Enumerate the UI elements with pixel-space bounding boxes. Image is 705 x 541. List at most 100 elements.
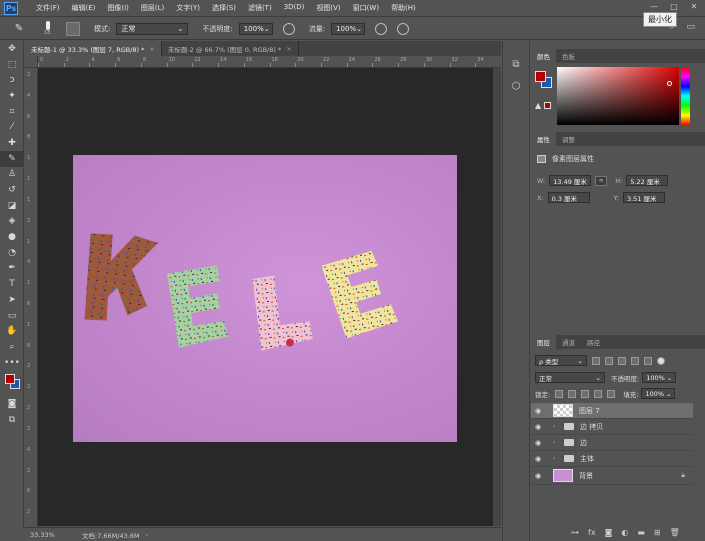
add-mask-icon[interactable]: ◙ xyxy=(605,528,613,537)
group-row[interactable]: ◉ › 边 拷贝 xyxy=(531,419,693,435)
opacity-input[interactable]: 100% ⌄ xyxy=(238,22,273,35)
new-group-icon[interactable]: ▬ xyxy=(637,528,645,537)
brush-preset-picker[interactable]: 18 xyxy=(40,20,60,37)
tab-paths[interactable]: 路径 xyxy=(581,335,606,349)
paint-bucket-tool-icon[interactable]: ◈ xyxy=(0,214,24,230)
workspace-icon[interactable]: ▭ xyxy=(686,22,695,32)
filter-adjustment-icon[interactable] xyxy=(605,356,613,365)
eyedropper-tool-icon[interactable]: ⁄ xyxy=(0,119,24,135)
flow-input[interactable]: 100% ⌄ xyxy=(331,22,366,35)
menu-window[interactable]: 窗口(W) xyxy=(347,3,385,13)
pen-tool-icon[interactable]: ✒ xyxy=(0,261,24,277)
history-brush-tool-icon[interactable]: ↺ xyxy=(0,182,24,198)
menu-layer[interactable]: 图层(L) xyxy=(135,3,170,13)
link-layers-icon[interactable]: ⊶ xyxy=(571,528,579,537)
tab-channels[interactable]: 通道 xyxy=(556,335,581,349)
type-tool-icon[interactable]: T xyxy=(0,276,24,292)
new-layer-icon[interactable]: ⊞ xyxy=(654,528,661,537)
minimize-icon[interactable]: — xyxy=(649,2,659,12)
menu-3d[interactable]: 3D(D) xyxy=(278,3,311,13)
lasso-tool-icon[interactable]: ↄ xyxy=(0,72,24,88)
filter-pixel-icon[interactable] xyxy=(592,356,600,365)
canvas-scrollbar[interactable] xyxy=(493,68,501,526)
menu-filter[interactable]: 滤镜(T) xyxy=(242,3,278,13)
width-input[interactable]: 13.49 厘米 xyxy=(549,175,592,186)
history-panel-icon[interactable]: ⧉ xyxy=(503,53,529,75)
menu-file[interactable]: 文件(F) xyxy=(30,3,66,13)
color-field[interactable] xyxy=(557,67,679,125)
close-icon[interactable]: ✕ xyxy=(689,2,699,12)
pressure-opacity-icon[interactable] xyxy=(282,22,295,35)
filter-toggle-icon[interactable] xyxy=(657,356,665,365)
y-input[interactable]: 3.51 厘米 xyxy=(622,192,665,203)
status-menu-icon[interactable]: › xyxy=(146,531,149,539)
document-canvas[interactable] xyxy=(73,155,457,442)
adjustment-layer-icon[interactable]: ◐ xyxy=(621,528,628,537)
lock-artboard-icon[interactable] xyxy=(594,389,603,398)
eraser-tool-icon[interactable]: ◪ xyxy=(0,198,24,214)
menu-edit[interactable]: 编辑(E) xyxy=(66,3,102,13)
visibility-eye-icon[interactable]: ◉ xyxy=(531,455,545,463)
tab-color[interactable]: 颜色 xyxy=(531,49,556,63)
foreground-color-swatch[interactable] xyxy=(535,71,546,82)
layer-row[interactable]: ◉ 图层 7 xyxy=(531,403,693,419)
tab-properties[interactable]: 属性 xyxy=(531,132,556,146)
foreground-color-swatch[interactable] xyxy=(5,374,15,385)
gamut-warning-icon[interactable]: ▲ xyxy=(535,101,541,110)
visibility-eye-icon[interactable]: ◉ xyxy=(531,439,545,447)
zoom-tool-icon[interactable]: ⌕ xyxy=(0,339,24,355)
3d-panel-icon[interactable]: ⬡ xyxy=(503,75,529,97)
lock-transparency-icon[interactable] xyxy=(555,389,564,398)
height-input[interactable]: 5.22 厘米 xyxy=(626,175,669,186)
menu-select[interactable]: 选择(S) xyxy=(206,3,242,13)
menu-image[interactable]: 图像(I) xyxy=(101,3,135,13)
hue-slider[interactable] xyxy=(681,67,690,125)
tab-document-2[interactable]: 未标题-2 @ 66.7% (图层 0, RGB/8) * × xyxy=(162,41,299,56)
lock-pixels-icon[interactable] xyxy=(568,389,577,398)
trash-icon[interactable]: 🗑︎ xyxy=(670,528,680,537)
link-icon[interactable]: ∞ xyxy=(595,175,608,186)
path-selection-tool-icon[interactable]: ➤ xyxy=(0,292,24,308)
mode-select[interactable]: 正常 ⌄ xyxy=(116,22,189,35)
magic-wand-tool-icon[interactable]: ✦ xyxy=(0,88,24,104)
quick-mask-icon[interactable]: ◙ xyxy=(0,396,24,412)
brush-panel-icon[interactable] xyxy=(66,21,80,36)
tab-swatches[interactable]: 色板 xyxy=(556,49,581,63)
zoom-level[interactable]: 33.33% xyxy=(30,531,70,539)
crop-tool-icon[interactable]: ⌗ xyxy=(0,104,24,120)
layer-opacity-input[interactable]: 100% ⌄ xyxy=(642,372,677,383)
maximize-icon[interactable]: □ xyxy=(669,2,679,12)
fx-icon[interactable]: fx xyxy=(588,528,596,537)
lock-position-icon[interactable] xyxy=(581,389,590,398)
filter-shape-icon[interactable] xyxy=(631,356,639,365)
filter-type-icon[interactable] xyxy=(618,356,626,365)
group-row[interactable]: ◉ › 主体 xyxy=(531,451,693,467)
visibility-eye-icon[interactable]: ◉ xyxy=(531,407,545,415)
tab-layers[interactable]: 图层 xyxy=(531,335,556,349)
vertical-ruler[interactable]: 2 4 6 8 1 1 1 2 1 4 1 6 1 8 2 2 2 2 4 2 6 2 xyxy=(25,68,38,526)
chevron-right-icon[interactable]: › xyxy=(553,455,561,462)
horizontal-ruler[interactable]: 0 2 4 6 8 10 12 14 16 18 20 22 24 26 28 30 32 34 xyxy=(38,56,501,68)
chevron-right-icon[interactable]: › xyxy=(553,439,561,446)
hand-tool-icon[interactable]: ✋ xyxy=(0,323,24,339)
airbrush-icon[interactable] xyxy=(375,22,388,35)
color-picker-marker[interactable] xyxy=(667,81,672,86)
blend-mode-select[interactable]: 正常 ⌄ xyxy=(535,372,605,383)
screen-mode-icon[interactable]: ⧉ xyxy=(0,412,24,428)
fill-input[interactable]: 100% ⌄ xyxy=(641,388,676,399)
more-tools-icon[interactable]: ••• xyxy=(0,355,24,371)
pressure-size-icon[interactable] xyxy=(397,22,410,35)
marquee-tool-icon[interactable]: ⬚ xyxy=(0,57,24,73)
menu-view[interactable]: 视图(V) xyxy=(310,3,346,13)
blur-tool-icon[interactable]: ● xyxy=(0,229,24,245)
tab-adjustments[interactable]: 调整 xyxy=(556,132,581,146)
brush-tool-icon[interactable]: ✎ xyxy=(8,21,30,37)
layer-filter-select[interactable]: ρ 类型 ⌄ xyxy=(535,355,587,366)
x-input[interactable]: 0.3 厘米 xyxy=(547,192,590,203)
visibility-eye-icon[interactable]: ◉ xyxy=(531,472,545,480)
healing-brush-tool-icon[interactable]: ✚ xyxy=(0,135,24,151)
dodge-tool-icon[interactable]: ◔ xyxy=(0,245,24,261)
move-tool-icon[interactable]: ✥ xyxy=(0,41,24,57)
close-icon[interactable]: × xyxy=(286,45,291,53)
tab-document-1[interactable]: 未标题-1 @ 33.3% (图层 7, RGB/8) * × xyxy=(25,41,162,56)
